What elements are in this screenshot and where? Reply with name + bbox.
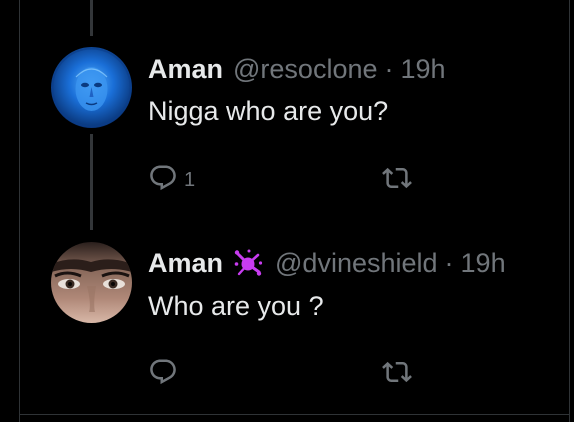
tweet-header: Aman @resoclone · 19h xyxy=(148,53,446,85)
reply-icon xyxy=(148,163,178,193)
user-avatar[interactable] xyxy=(51,47,132,128)
purple-splat-badge-icon xyxy=(233,248,263,278)
reply-button[interactable]: 1 xyxy=(148,163,195,193)
user-handle[interactable]: @resoclone xyxy=(233,53,377,85)
retweet-icon xyxy=(382,357,412,387)
retweet-button[interactable] xyxy=(382,357,412,387)
reply-button[interactable] xyxy=(148,357,178,387)
timestamp[interactable]: 19h xyxy=(461,247,506,279)
thread-connector-line xyxy=(90,0,93,36)
thread-connector-line xyxy=(90,134,93,230)
separator-dot: · xyxy=(444,248,454,278)
timestamp[interactable]: 19h xyxy=(401,53,446,85)
tweet-header: Aman @dvineshield · 19h xyxy=(148,247,506,279)
retweet-button[interactable] xyxy=(382,163,412,193)
timeline-border-left xyxy=(19,0,20,422)
reply-icon xyxy=(148,357,178,387)
tweet-text: Who are you ? xyxy=(148,291,324,321)
user-avatar[interactable] xyxy=(51,242,132,323)
display-name[interactable]: Aman xyxy=(148,53,223,85)
display-name[interactable]: Aman xyxy=(148,247,223,279)
user-handle[interactable]: @dvineshield xyxy=(275,247,438,279)
timeline-border-right xyxy=(569,0,570,422)
reply-count: 1 xyxy=(184,168,196,191)
separator-dot: · xyxy=(384,54,394,84)
tweet-divider xyxy=(19,414,570,415)
tweet-text: Nigga who are you? xyxy=(148,96,389,126)
retweet-icon xyxy=(382,163,412,193)
